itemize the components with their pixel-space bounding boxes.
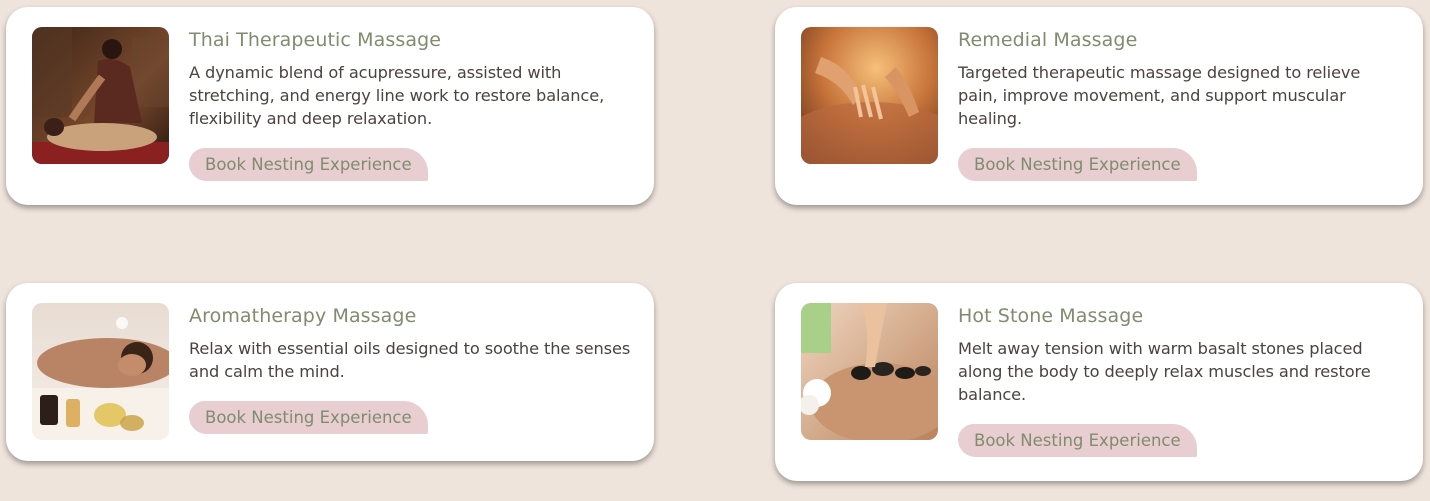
service-card-remedial: Remedial Massage Targeted therapeutic ma… — [775, 7, 1423, 205]
card-title: Remedial Massage — [958, 29, 1138, 51]
card-description: Targeted therapeutic massage designed to… — [958, 63, 1361, 128]
book-nesting-experience-button[interactable]: Book Nesting Experience — [189, 401, 428, 434]
card-title: Hot Stone Massage — [958, 305, 1144, 327]
card-title: Thai Therapeutic Massage — [189, 29, 442, 51]
card-description: Relax with essential oils designed to so… — [189, 339, 631, 381]
remedial-massage-image — [801, 27, 938, 164]
book-nesting-experience-button[interactable]: Book Nesting Experience — [189, 148, 428, 181]
book-nesting-experience-button[interactable]: Book Nesting Experience — [958, 424, 1197, 457]
service-card-hot-stone: Hot Stone Massage Melt away tension with… — [775, 283, 1423, 481]
book-nesting-experience-button[interactable]: Book Nesting Experience — [958, 148, 1197, 181]
card-description: A dynamic blend of acupressure, assisted… — [189, 63, 605, 128]
hot-stone-massage-image — [801, 303, 938, 440]
thai-massage-image — [32, 27, 169, 164]
card-description: Melt away tension with warm basalt stone… — [958, 339, 1371, 404]
aromatherapy-massage-image — [32, 303, 169, 440]
card-title: Aromatherapy Massage — [189, 305, 417, 327]
service-card-thai: Thai Therapeutic Massage A dynamic blend… — [6, 7, 654, 205]
service-card-aromatherapy: Aromatherapy Massage Relax with essentia… — [6, 283, 654, 461]
